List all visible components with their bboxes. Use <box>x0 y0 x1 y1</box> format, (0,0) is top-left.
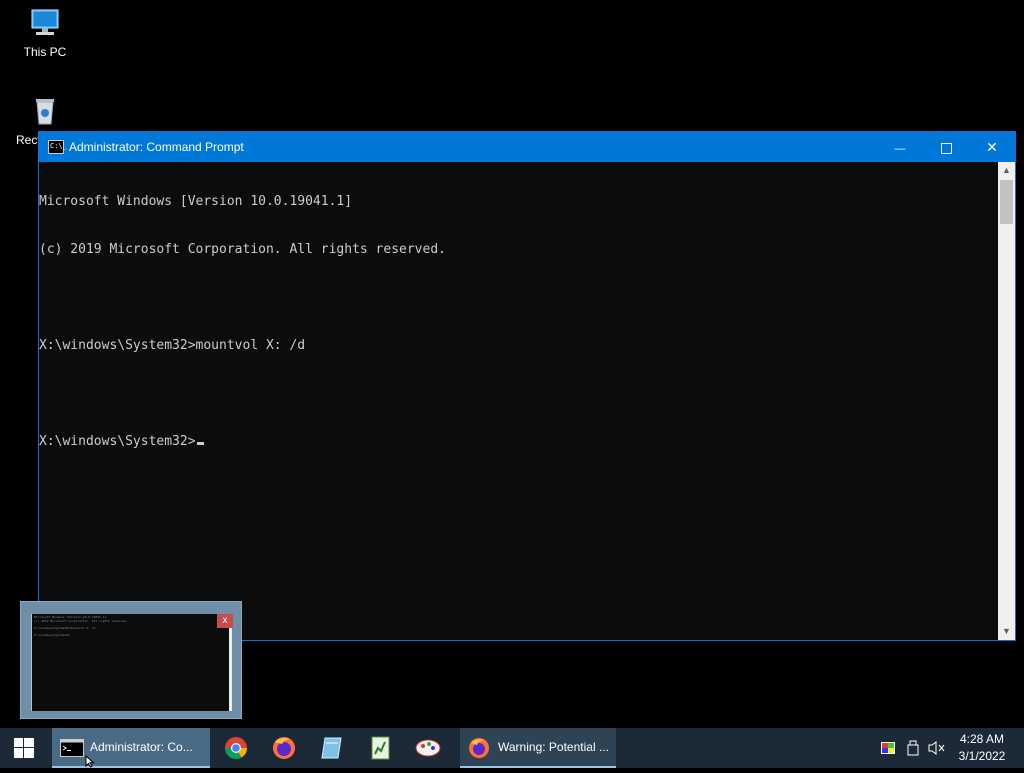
minimize-icon: — <box>894 143 906 155</box>
this-pc-label: This PC <box>23 45 67 59</box>
taskbar-item-label: Warning: Potential ... <box>498 740 609 754</box>
taskbar-item-firefox-warning[interactable]: Warning: Potential ... <box>460 728 616 768</box>
usb-device-icon[interactable] <box>907 740 919 756</box>
thumbnail-line: (c) 2019 Microsoft Corporation. All righ… <box>34 619 128 623</box>
taskbar-item-spreadsheet[interactable] <box>356 728 404 768</box>
maximize-icon <box>940 142 952 154</box>
console-prompt: X:\windows\System32> <box>39 434 196 449</box>
taskbar: Administrator: Co... Warning: Potential … <box>0 728 1024 768</box>
desktop: This PC Recy C:\_ Administrator: Command… <box>0 0 1024 728</box>
this-pc-icon <box>31 9 59 35</box>
color-management-icon[interactable] <box>880 740 896 756</box>
clock-time: 4:28 AM <box>959 732 1005 746</box>
console-prompt-line[interactable]: X:\windows\System32> <box>39 434 999 450</box>
command-prompt-window[interactable]: C:\_ Administrator: Command Prompt — ✕ M… <box>38 131 1016 641</box>
this-pc-desktop-icon[interactable]: This PC <box>8 8 82 59</box>
console-output[interactable]: Microsoft Windows [Version 10.0.19041.1]… <box>39 162 999 640</box>
minimize-button[interactable]: — <box>877 132 923 162</box>
thumbnail-close-button[interactable]: x <box>217 614 233 628</box>
recycle-bin-icon <box>36 99 54 125</box>
scroll-up-arrow-icon[interactable]: ▲ <box>998 162 1015 179</box>
window-title: Administrator: Command Prompt <box>69 140 244 154</box>
firefox-icon <box>469 738 489 758</box>
mouse-pointer-icon <box>85 755 95 768</box>
close-icon: ✕ <box>986 139 998 155</box>
firefox-icon <box>273 737 295 759</box>
window-titlebar[interactable]: C:\_ Administrator: Command Prompt — ✕ <box>39 132 1015 162</box>
text-cursor <box>196 442 204 445</box>
console-line: X:\windows\System32>mountvol X: /d <box>39 338 306 353</box>
thumbnail-line: X:\windows\System32>mountvol X: /d <box>34 626 96 630</box>
cmd-taskbar-icon <box>60 739 84 757</box>
taskbar-item-chrome[interactable] <box>212 728 260 768</box>
windows-logo-icon <box>14 738 34 758</box>
taskbar-clock[interactable]: 4:28 AM 3/1/2022 <box>952 731 1012 765</box>
scrollbar-thumb[interactable] <box>1000 180 1013 224</box>
taskbar-item-paint[interactable] <box>404 728 452 768</box>
volume-muted-icon[interactable] <box>928 740 946 756</box>
notepad-icon <box>321 737 342 759</box>
system-tray <box>876 728 952 768</box>
thumbnail-scrollbar <box>229 614 232 711</box>
start-button[interactable] <box>0 728 48 768</box>
taskbar-item-label: Administrator: Co... <box>90 740 193 754</box>
spreadsheet-icon <box>371 736 390 760</box>
taskbar-item-notepad[interactable] <box>308 728 356 768</box>
chrome-icon <box>225 737 247 759</box>
clock-date: 3/1/2022 <box>958 749 1006 763</box>
console-line: (c) 2019 Microsoft Corporation. All righ… <box>39 242 446 257</box>
scroll-down-arrow-icon[interactable]: ▼ <box>998 623 1015 640</box>
paint-icon <box>415 739 441 757</box>
vertical-scrollbar[interactable]: ▲ ▼ <box>998 162 1015 640</box>
maximize-button[interactable] <box>923 132 969 162</box>
thumbnail-line: X:\windows\System32> <box>34 633 71 637</box>
taskbar-thumbnail-preview[interactable]: Microsoft Windows [Version 10.0.19041.1]… <box>20 601 242 719</box>
close-button[interactable]: ✕ <box>969 132 1015 162</box>
cmd-app-icon-text: C:\_ <box>50 142 67 150</box>
taskbar-item-command-prompt[interactable]: Administrator: Co... <box>52 728 210 768</box>
cmd-app-icon: C:\_ <box>48 140 67 154</box>
console-line: Microsoft Windows [Version 10.0.19041.1] <box>39 194 353 209</box>
thumbnail-window-content[interactable]: Microsoft Windows [Version 10.0.19041.1]… <box>31 614 230 711</box>
taskbar-item-firefox[interactable] <box>260 728 308 768</box>
